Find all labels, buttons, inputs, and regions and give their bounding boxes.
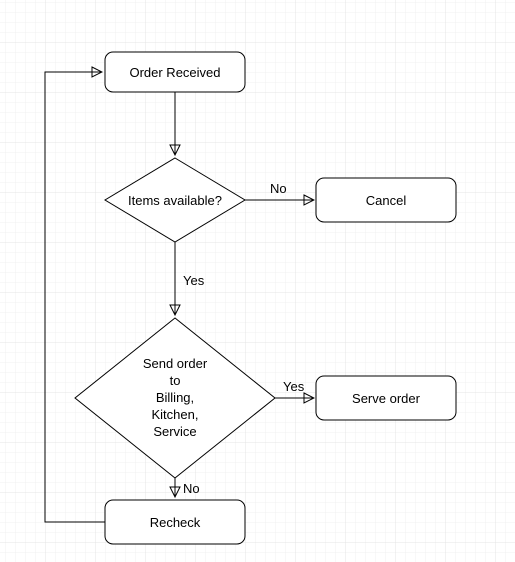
node-send-order-l5: Service xyxy=(153,424,196,439)
node-send-order-l2: to xyxy=(170,373,181,388)
node-items-available-label: Items available? xyxy=(128,193,222,208)
edge-send-yes-label: Yes xyxy=(283,379,305,394)
edge-items-yes-label: Yes xyxy=(183,273,205,288)
edge-items-no-label: No xyxy=(270,181,287,196)
node-order-received-label: Order Received xyxy=(129,65,220,80)
node-recheck[interactable]: Recheck xyxy=(105,500,245,544)
node-recheck-label: Recheck xyxy=(150,515,201,530)
node-serve-order-label: Serve order xyxy=(352,391,421,406)
node-send-order-l3: Billing, xyxy=(156,390,194,405)
node-cancel-label: Cancel xyxy=(366,193,407,208)
edge-send-no-label: No xyxy=(183,481,200,496)
node-send-order-l4: Kitchen, xyxy=(152,407,199,422)
node-cancel[interactable]: Cancel xyxy=(316,178,456,222)
node-serve-order[interactable]: Serve order xyxy=(316,376,456,420)
canvas-grid xyxy=(0,0,515,562)
node-order-received[interactable]: Order Received xyxy=(105,52,245,92)
node-send-order-l1: Send order xyxy=(143,356,208,371)
